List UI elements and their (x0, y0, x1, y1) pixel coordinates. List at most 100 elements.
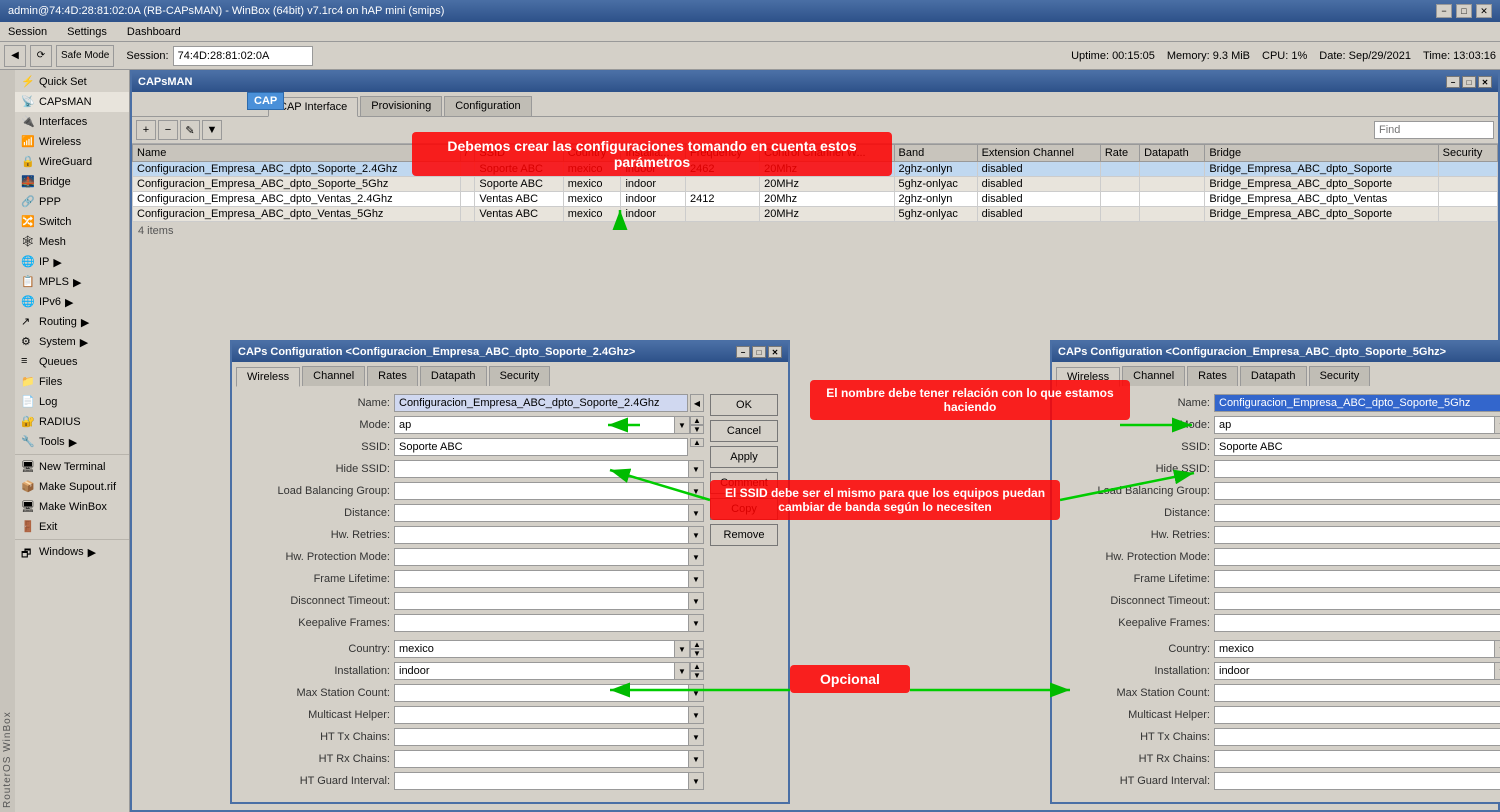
sidebar-item-quickset[interactable]: ⚡ Quick Set (15, 72, 129, 92)
left-hide-ssid-down[interactable]: ▼ (688, 460, 704, 478)
left-country-down[interactable]: ▼ (674, 640, 690, 658)
left-htguard-down[interactable]: ▼ (688, 772, 704, 790)
sidebar-item-ip[interactable]: 🌐 IP ▶ (15, 252, 129, 272)
sidebar-item-new-terminal[interactable]: 🖥 New Terminal (15, 457, 129, 477)
left-loadbal-down[interactable]: ▼ (688, 482, 704, 500)
left-apply-button[interactable]: Apply (710, 446, 778, 468)
sidebar-item-tools[interactable]: 🔧 Tools ▶ (15, 432, 129, 452)
col-frequency[interactable]: Frequency (685, 145, 759, 162)
left-framelft-input[interactable] (394, 570, 688, 588)
tab-provisioning[interactable]: Provisioning (360, 96, 442, 116)
left-loadbal-input[interactable] (394, 482, 688, 500)
left-hwprot-down[interactable]: ▼ (688, 548, 704, 566)
sidebar-item-windows[interactable]: 🗗 Windows ▶ (15, 542, 129, 562)
right-install-input[interactable] (1214, 662, 1494, 680)
left-cancel-button[interactable]: Cancel (710, 420, 778, 442)
sidebar-item-bridge[interactable]: 🌉 Bridge (15, 172, 129, 192)
sidebar-item-winbox[interactable]: 🖥 Make WinBox (15, 497, 129, 517)
sidebar-item-supout[interactable]: 📦 Make Supout.rif (15, 477, 129, 497)
sidebar-item-files[interactable]: 📁 Files (15, 372, 129, 392)
left-hwprot-input[interactable] (394, 548, 688, 566)
col-ssid[interactable]: SSID (475, 145, 563, 162)
sidebar-item-queues[interactable]: ≡ Queues (15, 352, 129, 372)
sidebar-item-switch[interactable]: 🔀 Switch (15, 212, 129, 232)
right-distance-input[interactable] (1214, 504, 1500, 522)
left-multicast-down[interactable]: ▼ (688, 706, 704, 724)
col-security[interactable]: Security (1438, 145, 1497, 162)
sidebar-item-routing[interactable]: ↗ Routing ▶ (15, 312, 129, 332)
left-tab-security[interactable]: Security (489, 366, 551, 386)
right-httx-input[interactable] (1214, 728, 1500, 746)
right-tab-wireless[interactable]: Wireless (1056, 367, 1120, 387)
back-button[interactable]: ◀ (4, 45, 26, 67)
right-ssid-input[interactable] (1214, 438, 1500, 456)
sidebar-item-radius[interactable]: 🔐 RADIUS (15, 412, 129, 432)
left-dialog-maximize[interactable]: □ (752, 346, 766, 358)
left-name-input[interactable] (394, 394, 688, 412)
right-tab-rates[interactable]: Rates (1187, 366, 1238, 386)
right-tab-datapath[interactable]: Datapath (1240, 366, 1307, 386)
left-dialog-close[interactable]: ✕ (768, 346, 782, 358)
sidebar-item-wireguard[interactable]: 🔒 WireGuard (15, 152, 129, 172)
left-country-down2[interactable]: ▼ (690, 649, 704, 658)
right-keepalive-input[interactable] (1214, 614, 1500, 632)
col-datapath[interactable]: Datapath (1140, 145, 1205, 162)
col-control[interactable]: Control Channel W... (760, 145, 894, 162)
left-framelft-down[interactable]: ▼ (688, 570, 704, 588)
right-framelft-input[interactable] (1214, 570, 1500, 588)
left-install-up[interactable]: ▲ (690, 662, 704, 671)
sidebar-item-exit[interactable]: 🚪 Exit (15, 517, 129, 537)
close-button[interactable]: ✕ (1476, 4, 1492, 18)
left-htrx-input[interactable] (394, 750, 688, 768)
left-tab-wireless[interactable]: Wireless (236, 367, 300, 387)
left-tab-datapath[interactable]: Datapath (420, 366, 487, 386)
capsman-minimize[interactable]: − (1446, 76, 1460, 88)
remove-button[interactable]: − (158, 120, 178, 140)
left-tab-rates[interactable]: Rates (367, 366, 418, 386)
left-hwretries-down[interactable]: ▼ (688, 526, 704, 544)
col-rate[interactable]: Rate (1100, 145, 1139, 162)
col-install[interactable]: Installa... (621, 145, 685, 162)
menu-dashboard[interactable]: Dashboard (123, 24, 185, 40)
left-country-up[interactable]: ▲ (690, 640, 704, 649)
table-row[interactable]: Configuracion_Empresa_ABC_dpto_Ventas_5G… (133, 207, 1498, 222)
left-multicast-input[interactable] (394, 706, 688, 724)
find-input[interactable] (1374, 121, 1494, 139)
minimize-button[interactable]: − (1436, 4, 1452, 18)
left-install-input[interactable] (394, 662, 674, 680)
sidebar-item-log[interactable]: 📄 Log (15, 392, 129, 412)
left-distance-input[interactable] (394, 504, 688, 522)
left-hide-ssid-input[interactable] (394, 460, 688, 478)
right-mode-down[interactable]: ▼ (1494, 416, 1500, 434)
left-tab-channel[interactable]: Channel (302, 366, 365, 386)
left-maxstation-input[interactable] (394, 684, 688, 702)
menu-session[interactable]: Session (4, 24, 51, 40)
left-httx-down[interactable]: ▼ (688, 728, 704, 746)
right-loadbal-input[interactable] (1214, 482, 1500, 500)
right-country-input[interactable] (1214, 640, 1494, 658)
left-copy-button[interactable]: Copy (710, 498, 778, 520)
right-hwprot-input[interactable] (1214, 548, 1500, 566)
left-htrx-down[interactable]: ▼ (688, 750, 704, 768)
col-country[interactable]: Country (563, 145, 621, 162)
col-bridge[interactable]: Bridge (1205, 145, 1438, 162)
left-country-input[interactable] (394, 640, 674, 658)
table-row[interactable]: Configuracion_Empresa_ABC_dpto_Soporte_2… (133, 162, 1498, 177)
sidebar-item-mpls[interactable]: 📋 MPLS ▶ (15, 272, 129, 292)
sidebar-item-wireless[interactable]: 📶 Wireless (15, 132, 129, 152)
left-keepalive-down[interactable]: ▼ (688, 614, 704, 632)
capsman-close[interactable]: ✕ (1478, 76, 1492, 88)
right-maxstation-input[interactable] (1214, 684, 1500, 702)
left-hwretries-input[interactable] (394, 526, 688, 544)
left-htguard-input[interactable] (394, 772, 688, 790)
sidebar-item-mesh[interactable]: 🕸 Mesh (15, 232, 129, 252)
sidebar-item-system[interactable]: ⚙ System ▶ (15, 332, 129, 352)
left-mode-input[interactable] (394, 416, 674, 434)
col-ext-channel[interactable]: Extension Channel (977, 145, 1100, 162)
filter-button[interactable]: ▼ (202, 120, 222, 140)
left-name-arrow-btn[interactable]: ◀ (690, 394, 704, 412)
table-row[interactable]: Configuracion_Empresa_ABC_dpto_Soporte_5… (133, 177, 1498, 192)
left-mode-down-btn[interactable]: ▼ (674, 416, 690, 434)
menu-settings[interactable]: Settings (63, 24, 111, 40)
add-button[interactable]: + (136, 120, 156, 140)
